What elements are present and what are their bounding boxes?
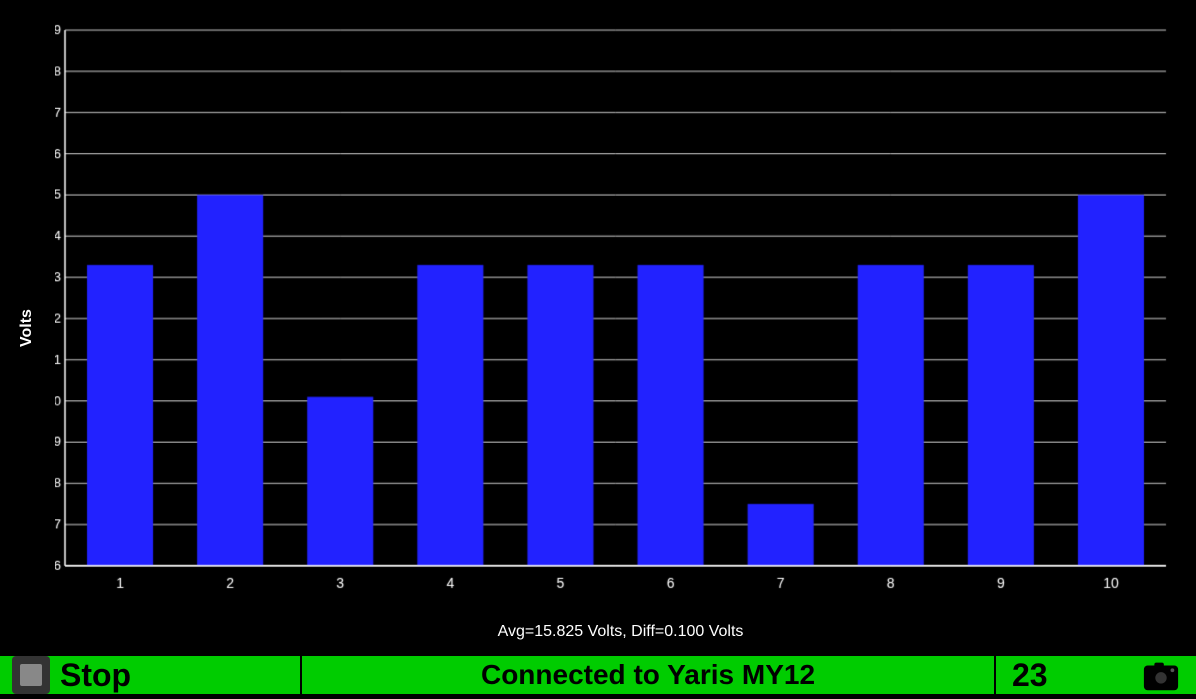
y-axis-label: Volts xyxy=(18,309,36,347)
count-display: 23 xyxy=(1012,657,1048,694)
stop-section[interactable]: Stop xyxy=(0,656,302,694)
chart-area: Volts Avg=15.825 Volts, Diff=0.100 Volts xyxy=(0,0,1196,656)
chart-subtitle: Avg=15.825 Volts, Diff=0.100 Volts xyxy=(55,623,1186,641)
toolbar: Stop Connected to Yaris MY12 23 xyxy=(0,656,1196,694)
connection-status: Connected to Yaris MY12 xyxy=(302,656,996,694)
chart-inner: Avg=15.825 Volts, Diff=0.100 Volts xyxy=(55,20,1186,596)
bar-chart xyxy=(55,20,1186,596)
right-section: 23 xyxy=(996,656,1196,694)
stop-button[interactable]: Stop xyxy=(60,657,131,694)
connected-label: Connected to Yaris MY12 xyxy=(481,659,815,691)
camera-icon[interactable] xyxy=(1142,656,1180,694)
briefcase-icon xyxy=(12,656,50,694)
